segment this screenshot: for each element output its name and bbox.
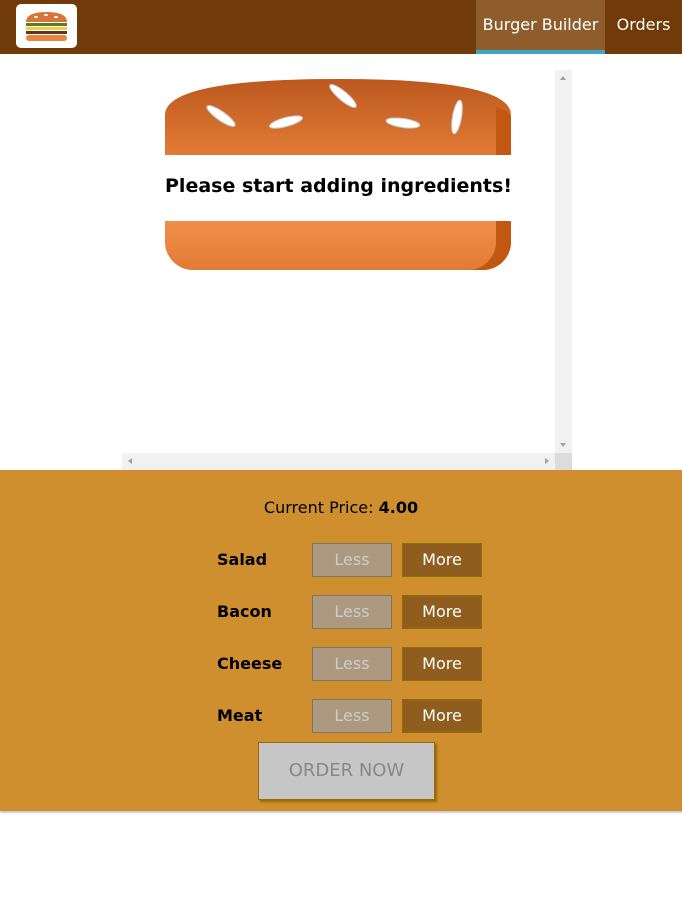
control-label: Bacon	[217, 602, 272, 621]
nav-burger-builder[interactable]: Burger Builder	[476, 0, 605, 54]
bread-bottom	[165, 221, 511, 270]
burger-logo-icon	[26, 12, 67, 41]
meat-more-button[interactable]: More	[402, 699, 482, 733]
toolbar: Burger Builder Orders	[0, 0, 682, 54]
burger-preview: Please start adding ingredients!	[122, 70, 572, 470]
burger-logo[interactable]	[16, 4, 77, 48]
price-value: 4.00	[378, 498, 419, 517]
horizontal-scrollbar[interactable]	[122, 453, 555, 470]
scroll-down-icon[interactable]	[560, 443, 566, 447]
control-label: Cheese	[217, 654, 283, 673]
control-row-meat: Meat Less More	[0, 699, 682, 733]
scroll-left-icon[interactable]	[128, 458, 132, 464]
empty-burger-message: Please start adding ingredients!	[165, 175, 512, 197]
cheese-more-button[interactable]: More	[402, 647, 482, 681]
scrollbar-corner	[555, 453, 572, 470]
build-controls: Current Price: 4.00 Salad Less More Baco…	[0, 470, 682, 811]
control-label: Salad	[217, 550, 268, 569]
salad-more-button[interactable]: More	[402, 543, 482, 577]
cheese-less-button[interactable]: Less	[312, 647, 392, 681]
bacon-more-button[interactable]: More	[402, 595, 482, 629]
order-now-button[interactable]: ORDER NOW	[258, 742, 435, 800]
control-row-cheese: Cheese Less More	[0, 647, 682, 681]
control-row-bacon: Bacon Less More	[0, 595, 682, 629]
price-label: Current Price:	[263, 498, 374, 517]
salad-less-button[interactable]: Less	[312, 543, 392, 577]
bacon-less-button[interactable]: Less	[312, 595, 392, 629]
control-row-salad: Salad Less More	[0, 543, 682, 577]
current-price: Current Price: 4.00	[0, 498, 682, 517]
scroll-right-icon[interactable]	[545, 458, 549, 464]
control-label: Meat	[217, 706, 263, 725]
meat-less-button[interactable]: Less	[312, 699, 392, 733]
nav-orders[interactable]: Orders	[605, 0, 682, 54]
vertical-scrollbar[interactable]	[555, 70, 572, 453]
scroll-up-icon[interactable]	[560, 76, 566, 80]
bread-top	[165, 79, 511, 155]
